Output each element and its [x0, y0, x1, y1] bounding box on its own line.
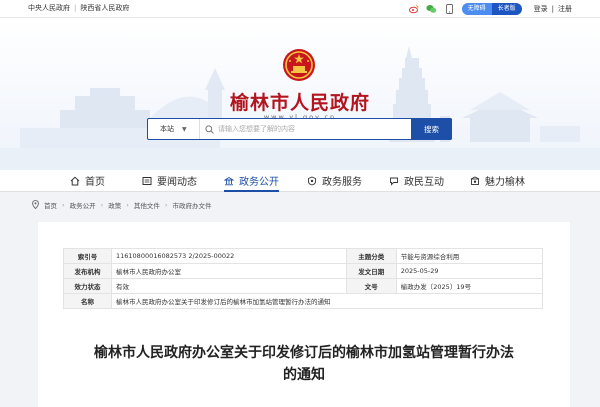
link-shaanxi-government[interactable]: 陕西省人民政府 [80, 4, 129, 12]
nav-item-label: 政务服务 [322, 177, 362, 188]
search-input[interactable]: 请输入您想要了解的内容 [218, 124, 411, 134]
date-label: 发文日期 [345, 263, 397, 279]
breadcrumb-arrow: › [126, 201, 129, 209]
nav-item-label: 政民互动 [404, 177, 444, 188]
table-row: 发布机构 榆林市人民政府办公室 发文日期 2025-05-29 [63, 263, 544, 279]
index-no-value: 11610800016082573 2/2025-00022 [111, 248, 347, 264]
service-icon [307, 176, 317, 186]
external-links: 中央人民政府 | 陕西省人民政府 [28, 3, 133, 13]
nav-item-services[interactable]: 政务服务 [307, 170, 362, 191]
breadcrumb-item[interactable]: 政策 [108, 200, 121, 210]
auth-divider: | [551, 5, 554, 13]
nav-item-label: 政务公开 [239, 177, 279, 188]
document-title-line: 的通知 [283, 367, 325, 383]
nav-item-label: 首页 [85, 177, 105, 188]
name-label: 名称 [63, 293, 112, 309]
weibo-icon[interactable] [408, 3, 420, 15]
search-button[interactable]: 搜索 [411, 118, 452, 140]
breadcrumb: 首页 › 政务公开 › 政策 › 其他文件 › 市政府办文件 [32, 199, 216, 211]
top-right-tools: 无障碍 长者版 登录 | 注册 [408, 2, 574, 16]
search-bar: 本站 ▼ 请输入您想要了解的内容 搜索 [147, 118, 452, 140]
nav-item-home[interactable]: 首页 [70, 170, 105, 191]
breadcrumb-arrow: › [164, 201, 168, 209]
breadcrumb-item[interactable]: 其他文件 [134, 200, 160, 210]
nav-item-label: 要闻动态 [157, 177, 197, 188]
document-title: 榆林市人民政府办公室关于印发修订后的榆林市加氢站管理暂行办法 的通知 [38, 342, 570, 386]
nav-item-news[interactable]: 要闻动态 [142, 170, 197, 191]
breadcrumb-item[interactable]: 市政府办文件 [172, 200, 211, 210]
nav-item-interaction[interactable]: 政民互动 [389, 170, 444, 191]
main-nav: 首页 要闻动态 政务公开 政务服务 政民互动 魅力榆林 [0, 170, 600, 192]
table-row: 效力状态 有效 文号 榆政办发〔2025〕19号 [63, 278, 544, 294]
status-value: 有效 [111, 278, 347, 294]
docno-value: 榆政办发〔2025〕19号 [395, 278, 544, 294]
search-scope-label: 本站 [160, 125, 174, 133]
mobile-icon[interactable] [444, 3, 456, 15]
topic-label: 主题分类 [345, 248, 397, 264]
breadcrumb-item[interactable]: 政务公开 [70, 200, 96, 210]
national-emblem-icon [282, 48, 316, 82]
breadcrumb-item[interactable]: 首页 [44, 200, 57, 210]
wechat-icon[interactable] [426, 3, 438, 15]
elder-mode-button[interactable]: 长者版 [491, 3, 522, 15]
date-value: 2025-05-29 [395, 263, 544, 279]
nav-item-charm-yulin[interactable]: 魅力榆林 [470, 170, 525, 191]
nav-item-label: 魅力榆林 [485, 177, 525, 188]
table-row: 名称 榆林市人民政府办公室关于印发修订后的榆林市加氢站管理暂行办法的通知 [63, 293, 543, 309]
breadcrumb-arrow: › [100, 201, 104, 209]
table-row: 索引号 11610800016082573 2/2025-00022 主题分类 … [63, 248, 544, 264]
link-central-government[interactable]: 中央人民政府 [28, 4, 70, 12]
separator: | [74, 4, 77, 12]
docno-label: 文号 [345, 278, 397, 294]
issuer-value: 榆林市人民政府办公室 [111, 263, 347, 279]
index-no-label: 索引号 [63, 248, 112, 264]
issuer-label: 发布机构 [63, 263, 112, 279]
auth-links: 登录 | 注册 [532, 4, 574, 14]
nav-item-government-affairs[interactable]: 政务公开 [224, 170, 279, 192]
name-value: 榆林市人民政府办公室关于印发修订后的榆林市加氢站管理暂行办法的通知 [111, 293, 543, 309]
search-icon [200, 124, 218, 134]
status-label: 效力状态 [63, 278, 112, 294]
government-icon [224, 176, 234, 186]
landmark-icon [470, 175, 480, 186]
search-scope-select[interactable]: 本站 ▼ [148, 119, 200, 139]
location-icon [32, 199, 39, 211]
top-utility-bar: 中央人民政府 | 陕西省人民政府 无障碍 长者版 登录 | 注册 [0, 0, 600, 18]
login-link[interactable]: 登录 [534, 5, 548, 13]
accessibility-button[interactable]: 无障碍 [461, 3, 492, 15]
document-metadata-table: 索引号 11610800016082573 2/2025-00022 主题分类 … [63, 248, 544, 309]
document-card: 索引号 11610800016082573 2/2025-00022 主题分类 … [38, 222, 570, 407]
document-title-line: 榆林市人民政府办公室关于印发修订后的榆林市加氢站管理暂行办法 [94, 345, 514, 361]
breadcrumb-arrow: › [62, 201, 65, 209]
site-title[interactable]: 榆林市人民政府 [0, 88, 600, 115]
topic-value: 节能与资源综合利用 [395, 248, 544, 264]
accessibility-toggle[interactable]: 无障碍 长者版 [461, 3, 522, 15]
site-banner: 榆林市人民政府 www.yl.gov.cn [0, 18, 600, 170]
home-icon [70, 176, 80, 186]
interaction-icon [389, 176, 399, 186]
news-icon [142, 176, 152, 186]
register-link[interactable]: 注册 [558, 5, 572, 13]
chevron-down-icon: ▼ [182, 125, 187, 133]
